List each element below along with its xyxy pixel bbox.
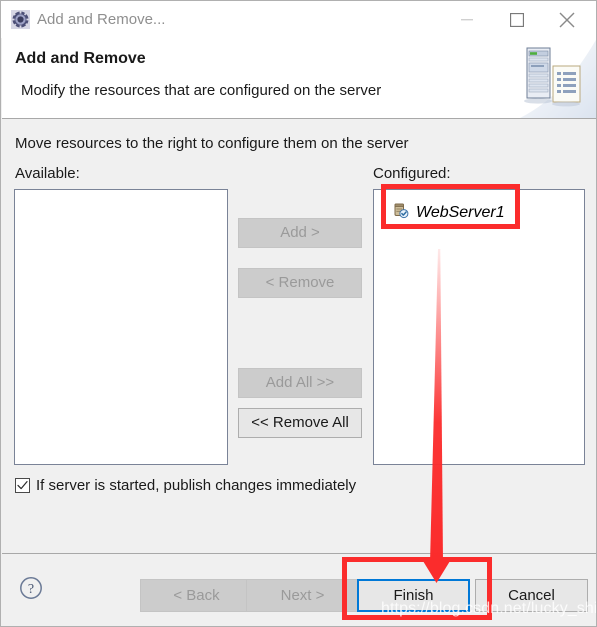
- window-title: Add and Remove...: [37, 11, 166, 28]
- finish-button[interactable]: Finish: [357, 579, 470, 612]
- publish-immediately-checkbox[interactable]: If server is started, publish changes im…: [15, 477, 356, 494]
- help-icon[interactable]: ?: [19, 576, 43, 600]
- server-and-document-icon: [500, 38, 596, 118]
- configured-label: Configured:: [373, 165, 451, 182]
- svg-text:?: ?: [28, 582, 34, 597]
- dialog-header: Add and Remove Modify the resources that…: [2, 38, 596, 119]
- list-item-label: WebServer1: [416, 204, 505, 221]
- cancel-button[interactable]: Cancel: [475, 579, 588, 612]
- remove-all-button[interactable]: << Remove All: [238, 408, 362, 438]
- page-subtitle: Modify the resources that are configured…: [21, 82, 382, 99]
- checkbox-label: If server is started, publish changes im…: [36, 477, 357, 494]
- add-and-remove-dialog: Add and Remove... Add and Remove Modify …: [0, 0, 597, 627]
- gear-icon: [11, 10, 30, 29]
- available-label: Available:: [15, 165, 80, 182]
- next-button[interactable]: Next >: [246, 579, 359, 612]
- checkmark-icon: [17, 481, 28, 490]
- server-resource-icon: [392, 202, 409, 224]
- checkbox-box[interactable]: [15, 478, 30, 493]
- list-item[interactable]: WebServer1: [392, 202, 505, 224]
- available-list[interactable]: [14, 189, 228, 465]
- maximize-icon[interactable]: [494, 1, 540, 38]
- dialog-footer: ? < Back Next > Finish Cancel: [2, 553, 596, 626]
- configured-list[interactable]: WebServer1: [373, 189, 585, 465]
- dialog-body: Move resources to the right to configure…: [2, 119, 596, 553]
- remove-button[interactable]: < Remove: [238, 268, 362, 298]
- title-bar: Add and Remove...: [1, 1, 596, 38]
- instruction-text: Move resources to the right to configure…: [15, 135, 409, 152]
- back-button[interactable]: < Back: [140, 579, 253, 612]
- page-title: Add and Remove: [15, 50, 146, 67]
- close-icon[interactable]: [544, 1, 590, 38]
- minimize-icon[interactable]: [444, 1, 490, 38]
- add-all-button[interactable]: Add All >>: [238, 368, 362, 398]
- add-button[interactable]: Add >: [238, 218, 362, 248]
